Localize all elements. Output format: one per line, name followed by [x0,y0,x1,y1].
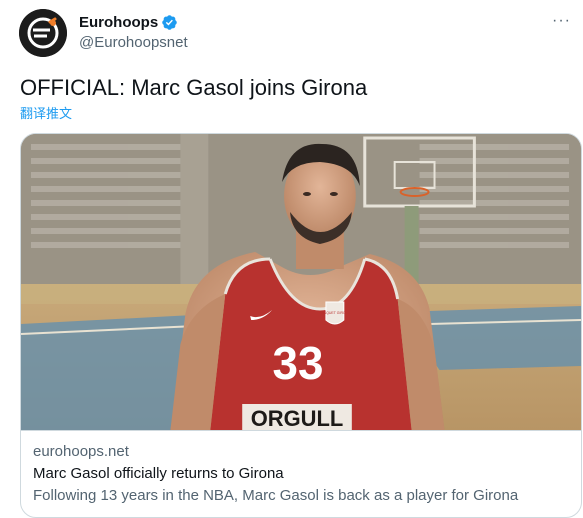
jersey-number: 33 [273,337,324,389]
name-row: Eurohoops [79,11,188,33]
eurohoops-logo-icon [19,9,67,57]
author-handle[interactable]: @Eurohoopsnet [79,34,188,51]
link-preview-card[interactable]: BASQUET GIRONA 33 ORGULL eurohoops.net M… [20,133,582,518]
more-options-icon[interactable]: ··· [552,12,571,30]
card-image: BASQUET GIRONA 33 ORGULL [21,134,581,430]
tweet-text: OFFICIAL: Marc Gasol joins Girona [20,75,368,100]
card-title: Marc Gasol officially returns to Girona [33,465,284,482]
avatar[interactable] [19,9,67,57]
card-domain: eurohoops.net [33,443,129,460]
card-description: Following 13 years in the NBA, Marc Gaso… [33,487,519,504]
verified-badge-icon [161,14,178,31]
jersey-text: ORGULL [251,406,344,430]
tweet: Eurohoops @Eurohoopsnet ··· OFFICIAL: Ma… [0,0,583,518]
author-identity: Eurohoops @Eurohoopsnet [79,11,188,52]
tweet-header: Eurohoops @Eurohoopsnet [19,9,188,57]
author-display-name[interactable]: Eurohoops [79,14,158,31]
translate-tweet-link[interactable]: 翻译推文 [20,103,72,122]
card-body: eurohoops.net Marc Gasol officially retu… [21,430,581,507]
jersey-badge: BASQUET GIRONA [319,311,351,315]
